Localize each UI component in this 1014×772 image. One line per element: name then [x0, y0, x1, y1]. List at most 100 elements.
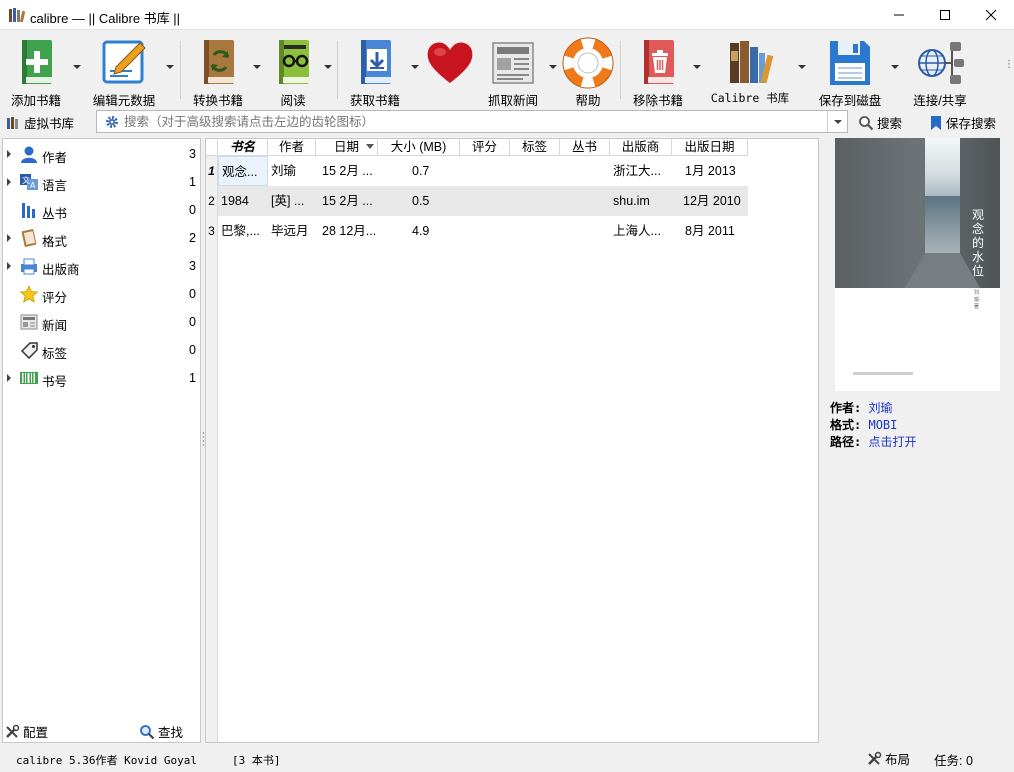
fetch-news-button[interactable]: 抓取新闻 — [484, 35, 542, 108]
column-header-tags[interactable]: 标签 — [510, 139, 560, 156]
tag-browser-item-series[interactable]: 丛书 0 — [3, 196, 200, 224]
row-number[interactable]: 1 — [206, 156, 218, 186]
tag-item-label: 标签 — [42, 347, 68, 361]
connect-share-icon — [918, 42, 964, 84]
tag-browser-item-authors[interactable]: 作者 3 — [3, 140, 200, 168]
cell-date[interactable]: 28 12月... — [322, 216, 380, 246]
tag-browser-item-tags[interactable]: 标签 0 — [3, 336, 200, 364]
table-row[interactable]: 1984 [英] ... 15 2月 ... 0.5 shu.im 12月 20… — [218, 186, 748, 216]
cell-size[interactable]: 0.5 — [412, 186, 452, 216]
tag-item-count: 3 — [189, 259, 196, 273]
cell-author[interactable]: 刘瑜 — [271, 156, 316, 186]
save-to-disk-dropdown-arrow[interactable] — [890, 63, 900, 71]
get-books-dropdown-arrow[interactable] — [410, 63, 420, 71]
help-button[interactable]: 帮助 — [560, 35, 616, 108]
tag-browser-item-news[interactable]: 新闻 0 — [3, 308, 200, 336]
cell-pubdate[interactable]: 8月 2011 — [685, 216, 755, 246]
tag-browser-item-publisher[interactable]: 出版商 3 — [3, 252, 200, 280]
connect-share-button[interactable]: 连接/共享 — [906, 35, 974, 108]
read-book-button[interactable]: 阅读 — [264, 35, 322, 108]
remove-book-dropdown-arrow[interactable] — [692, 63, 702, 71]
convert-book-button[interactable]: 转换书籍 — [186, 35, 250, 108]
add-book-dropdown-arrow[interactable] — [72, 63, 82, 71]
cell-date[interactable]: 15 2月 ... — [322, 156, 380, 186]
expand-arrow-icon[interactable] — [6, 150, 12, 158]
title-bar: calibre — || Calibre 书库 || — [0, 0, 1014, 30]
cell-title[interactable]: 1984 — [221, 186, 266, 216]
detail-format-link[interactable]: MOBI — [868, 418, 897, 432]
column-header-title[interactable]: 书名 — [218, 139, 268, 156]
detail-path-link[interactable]: 点击打开 — [868, 435, 916, 449]
column-header-series[interactable]: 丛书 — [560, 139, 610, 156]
get-books-button[interactable]: 获取书籍 — [344, 35, 406, 108]
add-book-button[interactable]: 添加书籍 — [4, 35, 68, 108]
cell-title[interactable]: 观念... — [218, 156, 268, 186]
cell-publisher[interactable]: 上海人... — [613, 216, 671, 246]
jobs-indicator[interactable]: 任务: 0 — [934, 750, 973, 769]
maximize-button[interactable] — [922, 0, 968, 30]
expand-arrow-icon[interactable] — [6, 374, 12, 382]
expand-arrow-icon[interactable] — [6, 262, 12, 270]
cell-pubdate[interactable]: 12月 2010 — [683, 186, 755, 216]
cell-author[interactable]: 毕远月 — [271, 216, 316, 246]
search-button[interactable]: 搜索 — [858, 113, 902, 132]
search-input[interactable] — [124, 113, 814, 130]
cell-publisher[interactable]: shu.im — [613, 186, 671, 216]
convert-book-dropdown-arrow[interactable] — [252, 63, 262, 71]
search-history-dropdown[interactable] — [827, 111, 847, 132]
virtual-library-button[interactable]: 虚拟书库 — [6, 113, 74, 132]
row-number[interactable]: 3 — [206, 216, 218, 246]
fetch-news-icon — [492, 42, 534, 84]
edit-metadata-button[interactable]: 编辑元数据 — [88, 35, 160, 108]
read-book-dropdown-arrow[interactable] — [323, 63, 333, 71]
save-to-disk-button[interactable]: 保存到磁盘 — [814, 35, 886, 108]
tag-browser-item-isbn[interactable]: 书号 1 — [3, 364, 200, 392]
cell-date[interactable]: 15 2月 ... — [322, 186, 380, 216]
search-icon — [859, 115, 874, 130]
remove-book-icon — [644, 40, 674, 84]
main-toolbar: 添加书籍 编辑元数据 转换书籍 阅读 获取书籍 抓取新闻 帮助 移除书籍 Cal… — [0, 31, 1014, 108]
expand-arrow-icon[interactable] — [6, 234, 12, 242]
save-search-button[interactable]: 保存搜索 — [930, 113, 996, 132]
fetch-news-dropdown-arrow[interactable] — [548, 63, 558, 71]
tag-browser-footer: 配置 查找 — [0, 718, 200, 742]
configure-button[interactable]: 配置 — [4, 722, 48, 741]
remove-book-button[interactable]: 移除书籍 — [628, 35, 688, 108]
column-header-publisher[interactable]: 出版商 — [610, 139, 672, 156]
detail-path-key: 路径: — [830, 435, 862, 449]
cell-title[interactable]: 巴黎,... — [221, 216, 266, 246]
close-button[interactable] — [968, 0, 1014, 30]
table-row[interactable]: 巴黎,... 毕远月 28 12月... 4.9 上海人... 8月 2011 — [218, 216, 748, 246]
advanced-search-gear-icon[interactable] — [105, 115, 119, 129]
calibre-library-dropdown-arrow[interactable] — [797, 63, 807, 71]
virtual-library-icon — [7, 116, 18, 129]
column-header-author[interactable]: 作者 — [268, 139, 316, 156]
tag-browser-item-rating[interactable]: 评分 0 — [3, 280, 200, 308]
find-button[interactable]: 查找 — [139, 722, 183, 741]
edit-metadata-dropdown-arrow[interactable] — [165, 63, 175, 71]
column-header-size[interactable]: 大小 (MB) — [378, 139, 460, 156]
table-row[interactable]: 观念... 刘瑜 15 2月 ... 0.7 浙江大... 1月 2013 — [218, 156, 748, 186]
donate-button[interactable] — [422, 35, 478, 105]
search-box — [96, 110, 848, 133]
tag-browser-item-languages[interactable]: 文 A 语言 1 — [3, 168, 200, 196]
cell-author[interactable]: [英] ... — [271, 186, 316, 216]
layout-button[interactable]: 布局 — [866, 749, 910, 768]
toolbar-overflow-icon[interactable]: ⋮ — [1004, 59, 1014, 70]
cell-pubdate[interactable]: 1月 2013 — [685, 156, 755, 186]
edit-metadata-label: 编辑元数据 — [92, 94, 156, 108]
expand-arrow-icon[interactable] — [6, 178, 12, 186]
calibre-library-button[interactable]: Calibre 书库 — [708, 35, 792, 105]
cell-size[interactable]: 4.9 — [412, 216, 452, 246]
column-header-rating[interactable]: 评分 — [460, 139, 510, 156]
column-header-pubdate[interactable]: 出版日期 — [672, 139, 748, 156]
row-number[interactable]: 2 — [206, 186, 218, 216]
book-cover[interactable]: 观念的水位 刘瑜·著 — [835, 138, 1000, 391]
column-header-date[interactable]: 日期 — [316, 139, 378, 156]
detail-author-link[interactable]: 刘瑜 — [868, 401, 892, 415]
cell-publisher[interactable]: 浙江大... — [613, 156, 671, 186]
cell-size[interactable]: 0.7 — [412, 156, 452, 186]
cover-author-text: 刘瑜·著 — [974, 290, 981, 310]
minimize-button[interactable] — [876, 0, 922, 30]
tag-browser-item-formats[interactable]: 格式 2 — [3, 224, 200, 252]
